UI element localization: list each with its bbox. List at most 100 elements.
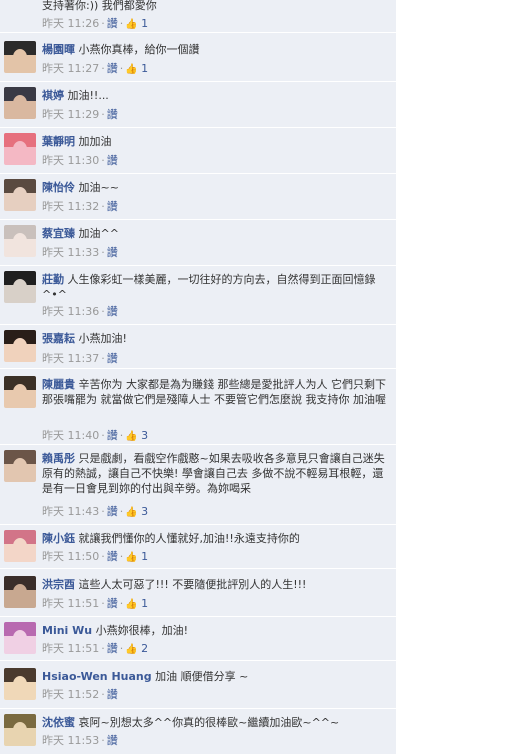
- like-count[interactable]: 1: [141, 597, 148, 610]
- comment-meta: 昨天 11:26 · 讚 · 👍 1: [42, 17, 149, 30]
- thumbs-up-icon: 👍: [125, 507, 138, 518]
- comments-panel: 支持著你:)) 我們都愛你 昨天 11:26 · 讚 · 👍 1 楊園暉 小燕你真棒，給…: [0, 0, 396, 755]
- commenter-name[interactable]: 葉靜明: [42, 135, 75, 148]
- like-count[interactable]: 3: [141, 505, 148, 518]
- commenter-name[interactable]: 褀婷: [42, 89, 64, 102]
- comment-time[interactable]: 昨天 11:37: [42, 352, 99, 365]
- like-count[interactable]: 2: [141, 642, 148, 655]
- comment-text: 辛苦你为 大家都是為为賺錢 那些總是愛批評人为人 它們只剩下那張嘴罷为 就當做它…: [42, 378, 386, 406]
- comment-time[interactable]: 昨天 11:52: [42, 688, 99, 701]
- like-link[interactable]: 讚: [107, 688, 118, 701]
- like-link[interactable]: 讚: [107, 505, 118, 518]
- comment-item: 陳小鈺 就讓我們懂你的人懂就好,加油!!永遠支持你的 昨天 11:50 · 讚 · 👍 1: [0, 525, 396, 569]
- avatar[interactable]: [4, 376, 36, 408]
- like-link[interactable]: 讚: [107, 154, 118, 167]
- like-link[interactable]: 讚: [107, 550, 118, 563]
- like-link[interactable]: 讚: [107, 642, 118, 655]
- avatar[interactable]: [4, 668, 36, 700]
- like-count[interactable]: 1: [141, 550, 148, 563]
- comment-meta: 昨天 11:33 · 讚: [42, 246, 118, 259]
- like-link[interactable]: 讚: [107, 305, 118, 318]
- commenter-name[interactable]: 莊勤: [42, 273, 64, 286]
- commenter-name[interactable]: 洪宗酉: [42, 578, 75, 591]
- comment-text: 加油~~: [78, 181, 119, 194]
- comment-meta: 昨天 11:50 · 讚 · 👍 1: [42, 550, 149, 563]
- like-count[interactable]: 1: [141, 62, 148, 75]
- comment-text: 哀阿~別想太多^^你真的很棒歐~繼續加油歐~^^~: [78, 716, 340, 729]
- avatar[interactable]: [4, 576, 36, 608]
- comment-time[interactable]: 昨天 11:40: [42, 429, 99, 442]
- comment-text: 支持著你:)) 我們都愛你: [42, 0, 157, 12]
- comment-meta: 昨天 11:43 · 讚 · 👍 3: [42, 505, 149, 518]
- thumbs-up-icon: 👍: [125, 644, 138, 655]
- comment-item: 沈依蜜 哀阿~別想太多^^你真的很棒歐~繼續加油歐~^^~ 昨天 11:53 · 讚: [0, 709, 396, 755]
- comment-time[interactable]: 昨天 11:26: [42, 17, 99, 30]
- like-link[interactable]: 讚: [107, 62, 118, 75]
- commenter-name[interactable]: Mini Wu: [42, 624, 92, 637]
- like-link[interactable]: 讚: [107, 429, 118, 442]
- comment-item: 蔡宜臻 加油^^ 昨天 11:33 · 讚: [0, 220, 396, 266]
- comment-item-partial: 支持著你:)) 我們都愛你 昨天 11:26 · 讚 · 👍 1: [0, 0, 396, 33]
- like-link[interactable]: 讚: [107, 108, 118, 121]
- avatar[interactable]: [4, 530, 36, 562]
- comment-time[interactable]: 昨天 11:30: [42, 154, 99, 167]
- comment-time[interactable]: 昨天 11:27: [42, 62, 99, 75]
- comment-meta: 昨天 11:53 · 讚: [42, 734, 118, 747]
- comment-item: 洪宗酉 這些人太可惡了!!! 不要隨便批評別人的人生!!! 昨天 11:51 · 讚 ·…: [0, 571, 396, 617]
- comment-item: Hsiao-Wen Huang 加油 順便借分享 ~ 昨天 11:52 · 讚: [0, 663, 396, 709]
- avatar[interactable]: [4, 225, 36, 257]
- comment-time[interactable]: 昨天 11:32: [42, 200, 99, 213]
- comment-time[interactable]: 昨天 11:51: [42, 597, 99, 610]
- like-link[interactable]: 讚: [107, 246, 118, 259]
- comment-meta: 昨天 11:51 · 讚 · 👍 1: [42, 597, 149, 610]
- comment-meta: 昨天 11:37 · 讚: [42, 352, 118, 365]
- commenter-name[interactable]: 陳小鈺: [42, 532, 75, 545]
- commenter-name[interactable]: 陳麗貴: [42, 378, 75, 391]
- comment-text: 人生像彩虹一樣美麗，一切往好的方向去，自然得到正面回憶錄^•^: [42, 273, 376, 301]
- comment-time[interactable]: 昨天 11:53: [42, 734, 99, 747]
- commenter-name[interactable]: 張嘉耘: [42, 332, 75, 345]
- comment-meta: 昨天 11:52 · 讚: [42, 688, 118, 701]
- commenter-name[interactable]: 蔡宜臻: [42, 227, 75, 240]
- comment-time[interactable]: 昨天 11:51: [42, 642, 99, 655]
- thumbs-up-icon: 👍: [125, 552, 138, 563]
- comment-item: 陳怡伶 加油~~ 昨天 11:32 · 讚: [0, 174, 396, 220]
- avatar[interactable]: [4, 330, 36, 362]
- avatar[interactable]: [4, 450, 36, 482]
- comment-meta: 昨天 11:40 · 讚 · 👍 3: [42, 429, 149, 442]
- commenter-name[interactable]: 賴禹彤: [42, 452, 75, 465]
- like-link[interactable]: 讚: [107, 352, 118, 365]
- commenter-name[interactable]: Hsiao-Wen Huang: [42, 670, 152, 683]
- thumbs-up-icon: 👍: [125, 64, 138, 75]
- like-link[interactable]: 讚: [107, 734, 118, 747]
- like-link[interactable]: 讚: [107, 17, 118, 30]
- comment-time[interactable]: 昨天 11:50: [42, 550, 99, 563]
- avatar[interactable]: [4, 87, 36, 119]
- comment-item: 莊勤 人生像彩虹一樣美麗，一切往好的方向去，自然得到正面回憶錄^•^ 昨天 11:…: [0, 266, 396, 325]
- avatar[interactable]: [4, 41, 36, 73]
- thumbs-up-icon: 👍: [125, 431, 138, 442]
- commenter-name[interactable]: 沈依蜜: [42, 716, 75, 729]
- avatar[interactable]: [4, 622, 36, 654]
- avatar[interactable]: [4, 271, 36, 303]
- comment-time[interactable]: 昨天 11:33: [42, 246, 99, 259]
- comment-item: 褀婷 加油!!... 昨天 11:29 · 讚: [0, 82, 396, 128]
- comment-meta: 昨天 11:27 · 讚 · 👍 1: [42, 62, 149, 75]
- like-link[interactable]: 讚: [107, 597, 118, 610]
- commenter-name[interactable]: 陳怡伶: [42, 181, 75, 194]
- comment-time[interactable]: 昨天 11:36: [42, 305, 99, 318]
- like-count[interactable]: 3: [141, 429, 148, 442]
- comment-text: 加加油: [78, 135, 112, 148]
- avatar[interactable]: [4, 714, 36, 746]
- avatar[interactable]: [4, 133, 36, 165]
- comment-item: 陳麗貴 辛苦你为 大家都是為为賺錢 那些總是愛批評人为人 它們只剩下那張嘴罷为 …: [0, 371, 396, 445]
- comment-time[interactable]: 昨天 11:43: [42, 505, 99, 518]
- comment-meta: 昨天 11:32 · 讚: [42, 200, 118, 213]
- comment-item: 葉靜明 加加油 昨天 11:30 · 讚: [0, 128, 396, 174]
- commenter-name[interactable]: 楊園暉: [42, 43, 75, 56]
- like-link[interactable]: 讚: [107, 200, 118, 213]
- comment-text: 加油 順便借分享 ~: [155, 670, 249, 683]
- comment-time[interactable]: 昨天 11:29: [42, 108, 99, 121]
- like-count[interactable]: 1: [141, 17, 148, 30]
- avatar[interactable]: [4, 179, 36, 211]
